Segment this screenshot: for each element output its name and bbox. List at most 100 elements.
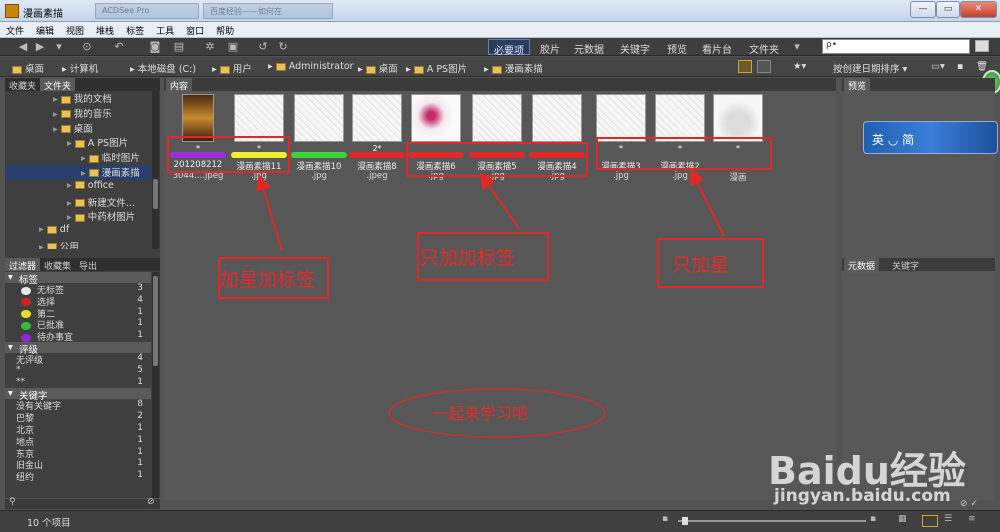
tab-favorites[interactable]: 收藏夹: [5, 78, 40, 92]
tab-keywords[interactable]: 关键字: [888, 258, 923, 273]
expand-arrow-icon[interactable]: ▸: [67, 180, 75, 191]
filter-row[interactable]: 地点 1: [5, 435, 151, 448]
tree-item[interactable]: ▸ 桌面: [5, 121, 151, 136]
expand-arrow-icon[interactable]: ▸: [81, 168, 89, 179]
filter-section-heading[interactable]: ▾ 关键字: [5, 388, 151, 402]
expand-arrow-icon[interactable]: ▸: [81, 153, 89, 164]
filter-row[interactable]: 北京 1: [5, 423, 151, 436]
view-thumbnails-icon[interactable]: [922, 515, 938, 527]
zoom-in-icon[interactable]: ▪: [870, 514, 876, 524]
save-icon[interactable]: ▪: [957, 61, 963, 72]
tree-item[interactable]: ▸ 中药材图片: [5, 209, 151, 224]
lock-grid-icon[interactable]: ▦: [898, 514, 907, 524]
tree-item[interactable]: ▸ 我的文档: [5, 91, 151, 106]
zoom-out-icon[interactable]: ▪: [662, 514, 668, 524]
workspace-essentials[interactable]: 必要项: [488, 39, 530, 57]
menu-tools[interactable]: 工具: [150, 22, 180, 37]
breadcrumb-ps-images[interactable]: ▸ A PS图片: [406, 61, 467, 75]
zoom-slider[interactable]: [678, 517, 866, 525]
new-folder-icon[interactable]: ▭▾: [931, 61, 945, 72]
expand-arrow-icon[interactable]: ▸: [53, 124, 61, 135]
chevron-down-icon[interactable]: ▾: [52, 40, 66, 53]
maximize-button[interactable]: ▭: [936, 1, 960, 18]
search-input[interactable]: ρ•: [822, 39, 970, 54]
thumbnail-quality-icon[interactable]: [738, 60, 752, 73]
camera-icon[interactable]: ◙: [148, 40, 162, 53]
tree-item[interactable]: ▸ 新建文件...: [5, 195, 151, 210]
breadcrumb-manga[interactable]: ▸ 漫画素描: [484, 61, 543, 75]
tree-item[interactable]: ▸ 我的音乐: [5, 106, 151, 121]
workspace-light-table[interactable]: 看片台: [697, 39, 737, 56]
grid-view-icon[interactable]: [757, 60, 771, 73]
filter-row[interactable]: 东京 1: [5, 447, 151, 460]
tree-item[interactable]: ▸ 公用: [5, 239, 151, 249]
tree-item[interactable]: ▸ 漫画素描: [5, 164, 151, 180]
check-icon[interactable]: ✓: [970, 499, 978, 509]
breadcrumb-desktop-2[interactable]: ▸ 桌面: [358, 61, 398, 75]
filter-row[interactable]: * 5: [5, 365, 151, 377]
filter-row[interactable]: ** 1: [5, 377, 151, 389]
filter-scrollbar[interactable]: [152, 272, 159, 498]
boomerang-icon[interactable]: ↶: [112, 40, 126, 53]
background-tab-2[interactable]: 百度经验——如何在: [203, 3, 333, 19]
tab-export[interactable]: 导出: [75, 258, 101, 272]
pin-icon[interactable]: ⚲: [9, 497, 16, 507]
clear-icon[interactable]: ⊘: [960, 499, 968, 509]
workspace-keywords[interactable]: 关键字: [615, 39, 655, 56]
filter-row[interactable]: 巴黎 2: [5, 411, 151, 424]
tree-item[interactable]: ▸ df: [5, 224, 151, 239]
menu-label[interactable]: 标签: [120, 22, 150, 37]
menu-view[interactable]: 视图: [60, 22, 90, 37]
gear-icon[interactable]: ✲: [203, 40, 217, 53]
trash-icon[interactable]: 🗑: [976, 61, 988, 72]
tree-item[interactable]: ▸ A PS图片: [5, 135, 151, 150]
rotate-left-icon[interactable]: ↺: [256, 40, 270, 53]
preview-tab[interactable]: 预览: [844, 78, 871, 93]
star-filter-icon[interactable]: ★▾: [793, 61, 806, 72]
rotate-right-icon[interactable]: ↻: [276, 40, 290, 53]
expand-arrow-icon[interactable]: ▸: [53, 109, 61, 120]
tree-item[interactable]: ▸ 临时图片: [5, 150, 151, 165]
expand-arrow-icon[interactable]: ▸: [39, 224, 47, 235]
menu-window[interactable]: 窗口: [180, 22, 210, 37]
zoom-slider-thumb[interactable]: [682, 517, 688, 525]
tab-filter[interactable]: 过滤器: [5, 258, 41, 272]
tab-metadata[interactable]: 元数据: [844, 258, 880, 273]
workspace-folders[interactable]: 文件夹: [744, 39, 784, 56]
tab-collections[interactable]: 收藏集: [40, 258, 75, 272]
expand-arrow-icon[interactable]: ▸: [53, 94, 61, 105]
recent-folder-icon[interactable]: ⊙: [80, 40, 94, 53]
expand-arrow-icon[interactable]: ▸: [67, 212, 75, 223]
workspace-metadata[interactable]: 元数据: [569, 39, 609, 56]
filter-section-heading[interactable]: ▾ 评级: [5, 341, 151, 356]
scroll-thumb[interactable]: [153, 276, 158, 366]
minimize-button[interactable]: —: [910, 1, 936, 18]
back-icon[interactable]: ◀: [16, 40, 30, 53]
clear-filter-icon[interactable]: ⊘: [147, 497, 155, 507]
collapse-icon[interactable]: ▾: [8, 388, 13, 399]
view-list-icon[interactable]: ≡: [968, 514, 976, 524]
filter-row[interactable]: 无标签 3: [5, 283, 151, 296]
view-details-icon[interactable]: ☰: [944, 514, 952, 524]
refine-icon[interactable]: ▤: [172, 40, 186, 53]
filter-row[interactable]: 无评级 4: [5, 353, 151, 366]
filter-row[interactable]: 没有关键字 8: [5, 399, 151, 412]
sort-dropdown[interactable]: 按创建日期排序 ▾: [833, 61, 907, 75]
expand-arrow-icon[interactable]: ▸: [67, 138, 75, 149]
filter-row[interactable]: 待办事宜 1: [5, 330, 151, 343]
breadcrumb-desktop[interactable]: 桌面: [12, 61, 44, 75]
filter-row[interactable]: 选择 4: [5, 295, 151, 308]
expand-arrow-icon[interactable]: ▸: [39, 242, 47, 249]
menu-stack[interactable]: 堆栈: [90, 22, 120, 37]
filter-section-heading[interactable]: ▾ 标签: [5, 272, 151, 286]
expand-arrow-icon[interactable]: ▸: [67, 198, 75, 209]
workspace-preview[interactable]: 预览: [662, 39, 692, 56]
filter-row[interactable]: 第二 1: [5, 307, 151, 320]
chevron-down-icon[interactable]: ▾: [790, 40, 804, 53]
close-button[interactable]: ✕: [960, 1, 997, 18]
filter-row[interactable]: 纽约 1: [5, 470, 151, 483]
folder-tree-scrollbar[interactable]: [152, 91, 159, 249]
window-toggle-icon[interactable]: [975, 40, 989, 52]
forward-icon[interactable]: ▶: [33, 40, 47, 53]
workspace-filmstrip[interactable]: 胶片: [535, 39, 565, 56]
